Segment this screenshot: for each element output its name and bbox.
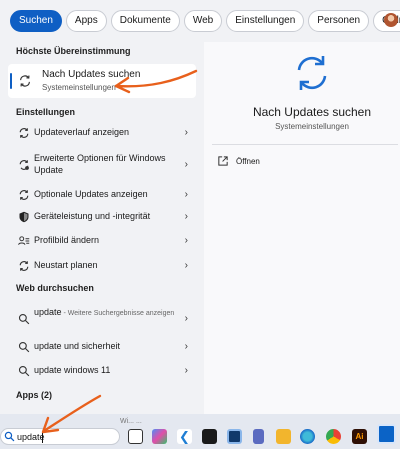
taskbar-search-input[interactable]: update [0, 428, 120, 445]
peek-text: Wi... ... [120, 418, 142, 425]
search-icon [4, 431, 15, 442]
web-result-update-windows[interactable]: update windows 11 › [8, 360, 196, 382]
settings-item-schedule-restart[interactable]: Neustart planen › [8, 255, 196, 277]
settings-item-advanced-options[interactable]: Erweiterte Optionen für Windows Update › [8, 150, 196, 180]
app-icon-dark[interactable] [202, 429, 217, 444]
refresh-icon [19, 190, 29, 200]
settings-item-update-history[interactable]: Updateverlauf anzeigen › [8, 122, 196, 144]
chevron-right-icon: › [184, 260, 188, 271]
preview-title: Nach Updates suchen [252, 105, 372, 119]
web-result-query: update [34, 307, 62, 317]
chevron-right-icon: › [184, 235, 188, 246]
selection-indicator [10, 73, 12, 89]
tab-dokumente[interactable]: Dokumente [110, 10, 180, 32]
refresh-gear-icon [19, 160, 29, 170]
avatar[interactable] [384, 13, 398, 27]
tab-personen[interactable]: Personen [308, 10, 370, 32]
results-panel: Höchste Übereinstimmung Nach Updates suc… [0, 42, 204, 414]
apps-heading: Apps (2) [16, 390, 52, 400]
chrome-icon[interactable] [326, 429, 341, 444]
web-result-update-security[interactable]: update und sicherheit › [8, 336, 196, 358]
web-search-heading: Web durchsuchen [16, 283, 94, 293]
outlook-icon[interactable] [377, 424, 396, 444]
tab-web[interactable]: Web [183, 10, 223, 32]
folder-icon[interactable] [276, 429, 291, 444]
task-view-icon[interactable] [128, 429, 143, 444]
settings-item-optional-updates[interactable]: Optionale Updates anzeigen › [8, 184, 196, 206]
chevron-right-icon: › [184, 189, 188, 200]
best-match-title: Nach Updates suchen [42, 69, 141, 80]
preview-subtitle: Systemeinstellungen [275, 122, 349, 131]
shield-icon [19, 211, 29, 223]
web-result-update[interactable]: update - Weitere Suchergebnisse anzeigen… [8, 304, 196, 334]
settings-item-label: Optionale Updates anzeigen [34, 189, 148, 199]
tab-suchen[interactable]: Suchen [10, 10, 62, 32]
web-result-label: update windows 11 [34, 365, 111, 375]
settings-item-label: Geräteleistung und -integrität [34, 211, 151, 221]
profile-icon [18, 236, 30, 245]
web-result-label: update und sicherheit [34, 341, 121, 351]
search-icon [18, 365, 30, 377]
open-external-icon [218, 156, 228, 166]
search-icon [18, 341, 30, 353]
taskbar: Wi... ... update ❮ Ai [0, 414, 400, 449]
settings-item-profile-picture[interactable]: Profilbild ändern › [8, 230, 196, 252]
refresh-icon [19, 261, 29, 271]
web-result-label: update - Weitere Suchergebnisse anzeigen [34, 306, 180, 320]
illustrator-icon[interactable]: Ai [352, 429, 367, 444]
best-match-heading: Höchste Übereinstimmung [16, 46, 131, 56]
tab-apps[interactable]: Apps [65, 10, 107, 32]
settings-item-label: Profilbild ändern [34, 235, 100, 245]
refresh-icon [19, 128, 29, 138]
web-result-more: - Weitere Suchergebnisse anzeigen [61, 310, 175, 317]
chevron-right-icon: › [184, 313, 188, 324]
vscode-icon[interactable]: ❮ [177, 429, 192, 444]
chevron-right-icon: › [184, 127, 188, 138]
copilot-icon[interactable] [152, 429, 167, 444]
chevron-right-icon: › [184, 211, 188, 222]
refresh-icon [20, 75, 30, 87]
tab-einstellungen[interactable]: Einstellungen [226, 10, 305, 32]
settings-item-device-health[interactable]: Geräteleistung und -integrität › [8, 206, 196, 228]
text-caret [42, 432, 43, 443]
settings-item-label: Erweiterte Optionen für Windows Update [34, 153, 166, 175]
settings-item-label: Updateverlauf anzeigen [34, 127, 130, 137]
settings-item-label: Neustart planen [34, 260, 98, 270]
open-label: Öffnen [236, 156, 260, 166]
app-icon-notes[interactable] [253, 429, 264, 444]
chevron-right-icon: › [184, 365, 188, 376]
search-filter-tabs: Suchen Apps Dokumente Web Einstellungen … [0, 0, 400, 42]
refresh-icon [297, 56, 327, 90]
open-action[interactable]: Öffnen [218, 156, 260, 166]
chevron-right-icon: › [184, 159, 188, 170]
chevron-right-icon: › [184, 341, 188, 352]
search-value: update [17, 432, 45, 442]
settings-heading: Einstellungen [16, 107, 76, 117]
best-match-card[interactable]: Nach Updates suchen Systemeinstellungen [8, 64, 196, 98]
preview-panel: Nach Updates suchen Systemeinstellungen … [204, 42, 400, 414]
search-icon [18, 313, 30, 325]
edge-icon[interactable] [300, 429, 315, 444]
divider [212, 144, 398, 145]
best-match-subtitle: Systemeinstellungen [42, 83, 116, 92]
app-icon-blue[interactable] [227, 429, 242, 444]
